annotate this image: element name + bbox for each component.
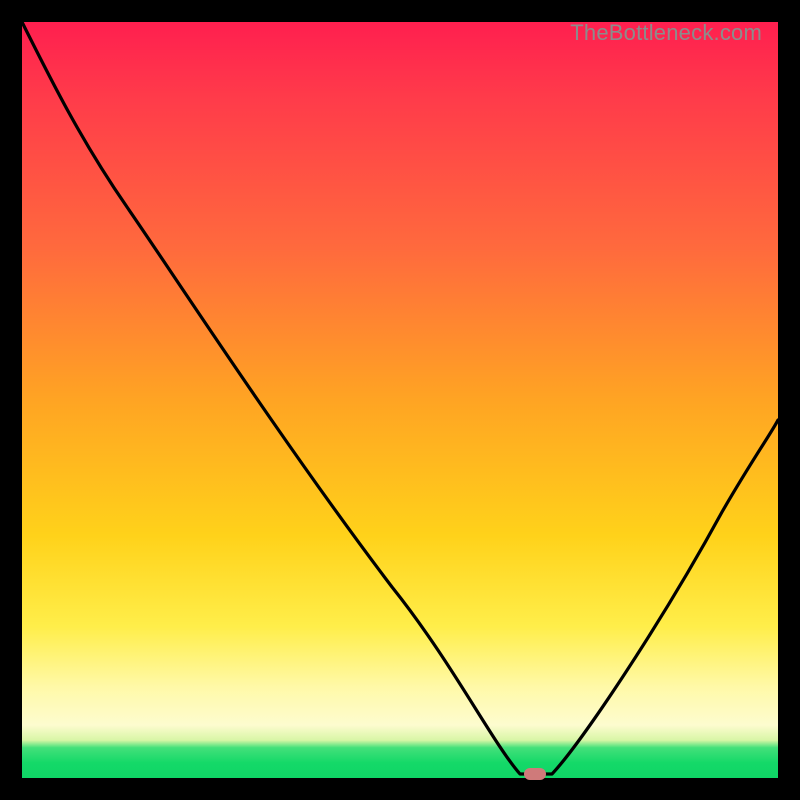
chart-frame: TheBottleneck.com [0,0,800,800]
optimal-point-marker [524,768,546,780]
watermark-text: TheBottleneck.com [570,20,762,46]
bottleneck-curve [22,22,778,778]
chart-plot-area: TheBottleneck.com [22,22,778,778]
curve-path [22,22,778,774]
